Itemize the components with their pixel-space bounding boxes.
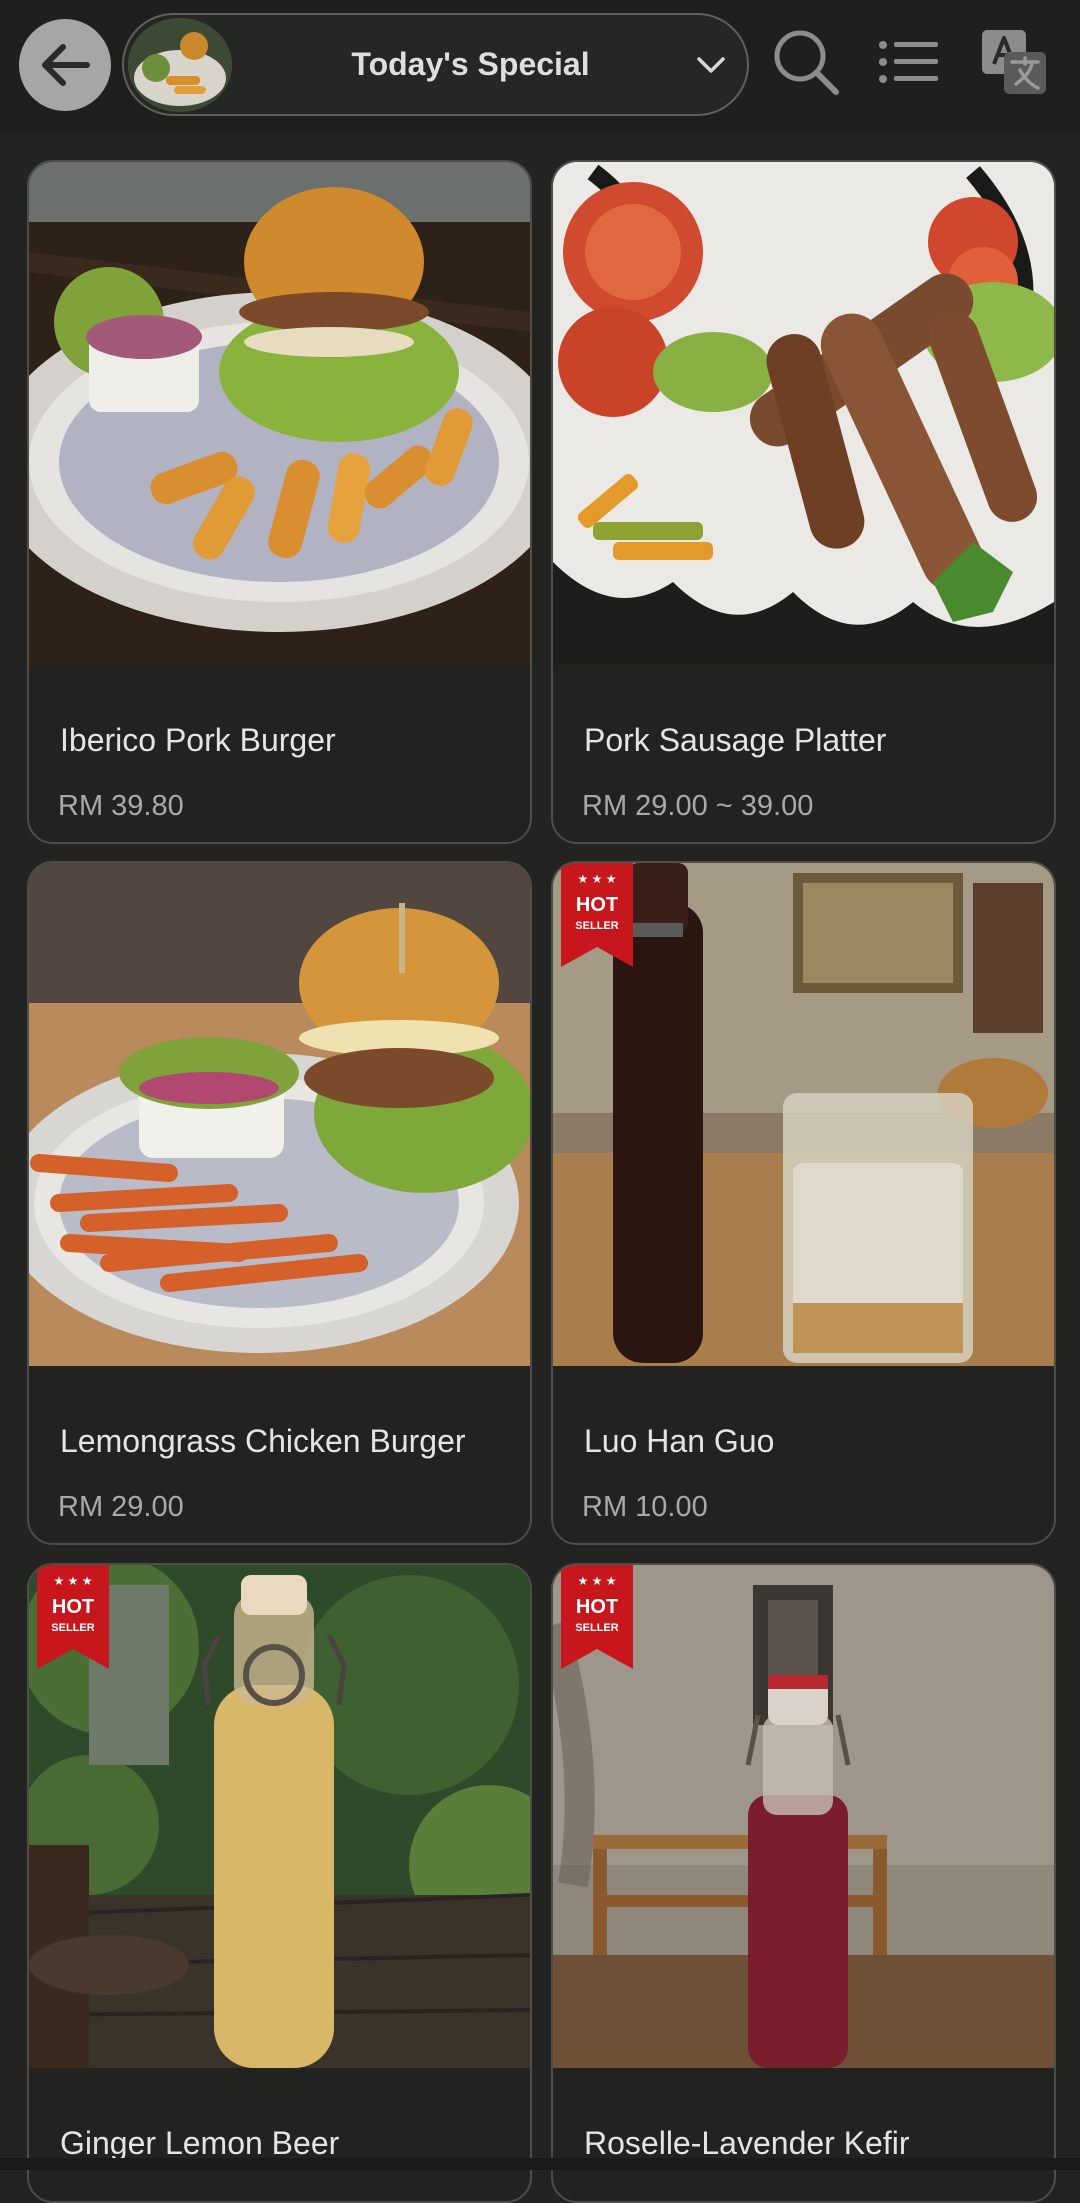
svg-text:★ ★ ★: ★ ★ ★ xyxy=(578,872,617,886)
svg-text:HOT: HOT xyxy=(52,1596,94,1618)
menu-item-card[interactable]: Iberico Pork Burger RM 39.80 xyxy=(27,160,532,844)
svg-text:HOT: HOT xyxy=(576,894,618,916)
menu-item-price: RM 39.80 xyxy=(58,790,184,822)
menu-item-card[interactable]: ★ ★ ★ HOT SELLER Ginger Lemon Beer xyxy=(27,1563,532,2203)
menu-item-price: RM 10.00 xyxy=(582,1491,708,1523)
menu-item-card[interactable]: ★ ★ ★ HOT SELLER Luo Han Guo RM 10.00 xyxy=(551,861,1056,1545)
search-button[interactable] xyxy=(768,22,844,102)
menu-item-name: Ginger Lemon Beer xyxy=(60,2125,340,2161)
menu-item-price: RM 29.00 ~ 39.00 xyxy=(582,790,814,822)
category-selector[interactable]: Today's Special xyxy=(122,13,749,116)
translate-button[interactable] xyxy=(978,26,1050,98)
svg-text:SELLER: SELLER xyxy=(575,920,618,932)
svg-text:★ ★ ★: ★ ★ ★ xyxy=(54,1574,93,1588)
page-title: Today's Special xyxy=(351,46,590,82)
svg-text:SELLER: SELLER xyxy=(51,1622,94,1634)
menu-item-price: RM 29.00 xyxy=(58,1491,184,1523)
hot-seller-badge: ★ ★ ★ HOT SELLER xyxy=(561,1565,633,1669)
menu-item-photo: ★ ★ ★ HOT SELLER xyxy=(553,863,1054,1366)
svg-text:SELLER: SELLER xyxy=(575,1622,618,1634)
svg-text:HOT: HOT xyxy=(576,1596,618,1618)
top-app-bar: Today's Special xyxy=(0,0,1080,132)
menu-item-name: Iberico Pork Burger xyxy=(60,722,336,758)
menu-item-photo xyxy=(29,863,530,1366)
menu-item-name: Pork Sausage Platter xyxy=(584,722,887,758)
bottom-edge xyxy=(0,2158,1080,2170)
menu-item-photo xyxy=(553,162,1054,665)
menu-item-name: Roselle-Lavender Kefir xyxy=(584,2125,910,2161)
menu-item-photo: ★ ★ ★ HOT SELLER xyxy=(553,1565,1054,2068)
menu-item-card[interactable]: Lemongrass Chicken Burger RM 29.00 xyxy=(27,861,532,1545)
back-button[interactable] xyxy=(19,19,111,111)
hot-seller-badge: ★ ★ ★ HOT SELLER xyxy=(561,863,633,967)
list-view-icon xyxy=(879,41,938,83)
menu-item-card[interactable]: Pork Sausage Platter RM 29.00 ~ 39.00 xyxy=(551,160,1056,844)
translate-icon xyxy=(982,30,1046,94)
menu-item-photo: ★ ★ ★ HOT SELLER xyxy=(29,1565,530,2068)
svg-text:★ ★ ★: ★ ★ ★ xyxy=(578,1574,617,1588)
menu-item-photo xyxy=(29,162,530,665)
menu-item-card[interactable]: ★ ★ ★ HOT SELLER Roselle-Lavender Kefir xyxy=(551,1563,1056,2203)
list-view-button[interactable] xyxy=(876,30,942,94)
search-icon xyxy=(774,30,839,95)
hot-seller-badge: ★ ★ ★ HOT SELLER xyxy=(37,1565,109,1669)
menu-item-name: Luo Han Guo xyxy=(584,1423,775,1459)
chevron-down-icon xyxy=(697,57,725,73)
menu-item-name: Lemongrass Chicken Burger xyxy=(60,1423,466,1459)
arrow-left-icon xyxy=(42,44,90,86)
menu-grid: Iberico Pork Burger RM 39.80 Pork Sausag… xyxy=(0,132,1080,2203)
category-thumbnail xyxy=(128,18,232,112)
